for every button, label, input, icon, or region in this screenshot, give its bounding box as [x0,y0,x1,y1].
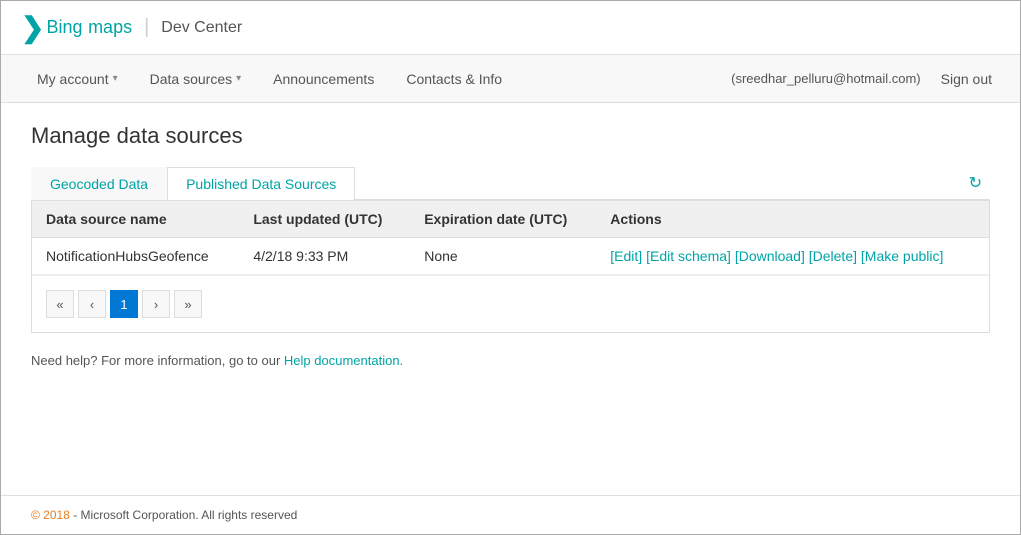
footer-copyright-year: © 2018 [31,508,70,522]
row-expiration: None [410,238,596,275]
data-sources-table: Data source name Last updated (UTC) Expi… [32,201,989,275]
bing-word: Bing [46,17,82,37]
row-actions: [Edit] [Edit schema] [Download] [Delete]… [596,238,989,275]
main-content: Manage data sources Geocoded Data Publis… [1,103,1020,495]
row-name: NotificationHubsGeofence [32,238,239,275]
tab-geocoded-data[interactable]: Geocoded Data [31,167,167,200]
col-header-expiration: Expiration date (UTC) [410,201,596,238]
action-delete-link[interactable]: [Delete] [809,248,857,264]
help-text-prefix: Need help? For more information, go to o… [31,353,284,368]
nav-items: My account ▾ Data sources ▾ Announcement… [21,55,719,103]
tabs-wrapper: Geocoded Data Published Data Sources ↻ [31,167,990,200]
pagination-last-button[interactable]: » [174,290,202,318]
data-sources-arrow-icon: ▾ [236,73,241,84]
row-last-updated: 4/2/18 9:33 PM [239,238,410,275]
table-header-row: Data source name Last updated (UTC) Expi… [32,201,989,238]
footer: © 2018 - Microsoft Corporation. All righ… [1,495,1020,534]
my-account-label: My account [37,71,109,87]
data-sources-label: Data sources [150,71,232,87]
action-make-public-link[interactable]: [Make public] [861,248,943,264]
bing-maps-logo: ❯ Bing maps | Dev Center [21,11,242,44]
tab-published-data-sources[interactable]: Published Data Sources [167,167,355,200]
user-email: (sreedhar_pelluru@hotmail.com) [719,71,933,86]
nav-bar: My account ▾ Data sources ▾ Announcement… [1,55,1020,103]
help-text: Need help? For more information, go to o… [31,353,990,368]
nav-my-account[interactable]: My account ▾ [21,55,134,103]
refresh-button[interactable]: ↻ [961,169,990,197]
table-row: NotificationHubsGeofence 4/2/18 9:33 PM … [32,238,989,275]
action-edit-link[interactable]: [Edit] [610,248,642,264]
nav-contacts-info[interactable]: Contacts & Info [390,55,518,103]
devcenter-text: Dev Center [161,19,242,37]
action-edit-schema-link[interactable]: [Edit schema] [646,248,731,264]
maps-word: maps [88,16,132,38]
logo-bar: ❯ Bing maps | Dev Center [1,1,1020,55]
announcements-label: Announcements [273,71,374,87]
help-documentation-link[interactable]: Help documentation. [284,353,403,368]
sign-out-button[interactable]: Sign out [933,71,1000,87]
my-account-arrow-icon: ▾ [113,73,118,84]
app-window: ❯ Bing maps | Dev Center My account ▾ Da… [0,0,1021,535]
published-data-sources-tab-label: Published Data Sources [186,176,336,192]
pagination-first-button[interactable]: « [46,290,74,318]
bing-b-icon: ❯ [21,11,44,44]
pagination: « ‹ 1 › » [32,275,989,332]
nav-announcements[interactable]: Announcements [257,55,390,103]
geocoded-data-tab-label: Geocoded Data [50,176,148,192]
footer-company-text: - Microsoft Corporation. All rights rese… [73,508,297,522]
pagination-next-button[interactable]: › [142,290,170,318]
pagination-prev-button[interactable]: ‹ [78,290,106,318]
col-header-updated: Last updated (UTC) [239,201,410,238]
bing-text: Bing maps [46,16,132,39]
page-title: Manage data sources [31,123,990,149]
logo-divider: | [144,16,149,39]
contacts-info-label: Contacts & Info [406,71,502,87]
nav-data-sources[interactable]: Data sources ▾ [134,55,258,103]
footer-text: © 2018 - Microsoft Corporation. All righ… [31,508,297,522]
action-download-link[interactable]: [Download] [735,248,805,264]
data-sources-table-container: Data source name Last updated (UTC) Expi… [31,200,990,333]
tabs-left: Geocoded Data Published Data Sources [31,167,961,199]
col-header-actions: Actions [596,201,989,238]
maps-text: maps [88,17,132,37]
col-header-name: Data source name [32,201,239,238]
pagination-page-1-button[interactable]: 1 [110,290,138,318]
